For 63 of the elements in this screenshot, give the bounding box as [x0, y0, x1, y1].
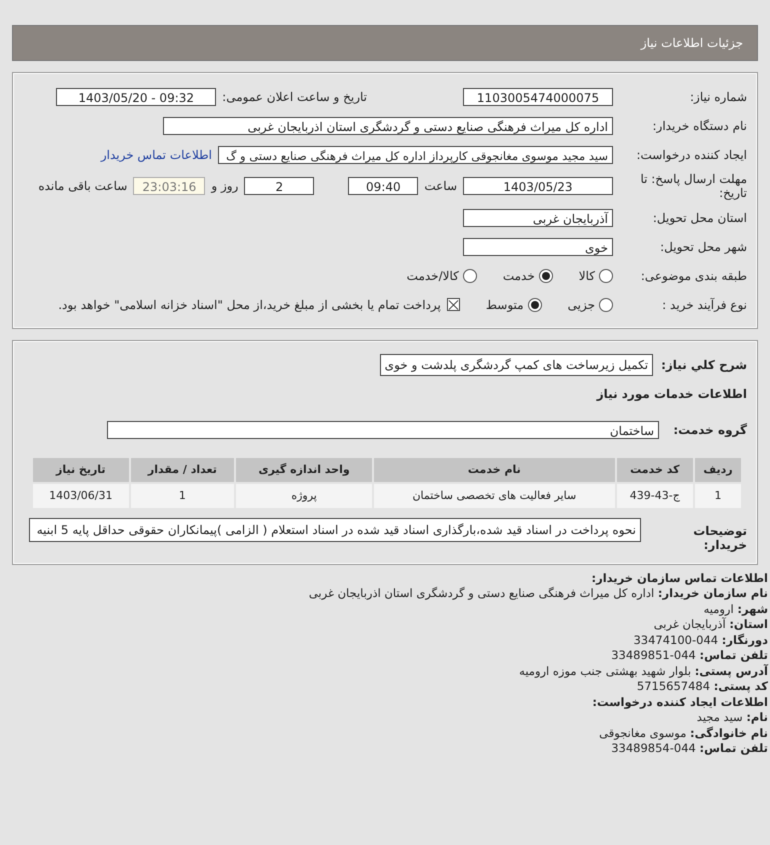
column-header: کد خدمت: [616, 456, 694, 483]
contact-line: نام خانوادگی: موسوی مغانجوقی: [598, 726, 768, 742]
field-label: مهلت ارسال پاسخ: تا تاریخ:: [639, 172, 747, 201]
deadline-date-field: 1403/05/23: [463, 177, 613, 196]
radio-button[interactable]: [462, 268, 477, 283]
field-label: توضیحات خریدار:: [692, 522, 747, 553]
page-title: جزئیات اطلاعات نیاز: [640, 36, 743, 50]
table-cell: پروژه: [235, 482, 373, 509]
column-header: تاریخ نیاز: [32, 456, 130, 483]
column-header: نام خدمت: [372, 456, 616, 483]
countdown-field: 23:03:16: [133, 177, 206, 196]
field-label: تاریخ و ساعت اعلان عمومی:: [222, 90, 367, 104]
field-label: نام دستگاه خریدار:: [652, 119, 747, 133]
radio-option[interactable]: خدمت: [502, 268, 553, 283]
contact-line: نام سازمان خریدار: اداره کل میراث فرهنگی صنایع دستی و گردشگری استان اذربایجان غربی: [308, 586, 768, 602]
checkbox-label: پرداخت تمام یا بخشی از مبلغ خرید،از محل "اسناد خزانه اسلامی" خواهد بود.: [58, 298, 441, 312]
checkbox[interactable]: [446, 298, 460, 312]
radio-option[interactable]: کالا/خدمت: [406, 268, 477, 283]
field-label: ساعت: [424, 179, 457, 194]
radio-option[interactable]: جزیی: [568, 298, 613, 312]
radio-option[interactable]: متوسط: [486, 298, 542, 312]
column-header: تعداد / مقدار: [130, 456, 236, 483]
column-header: واحد اندازه گیری: [235, 456, 373, 483]
table-cell: 1403/06/31: [32, 482, 130, 509]
notes-field: نحوه پرداخت در اسناد قید شده،بارگذاری اسناد قید شده در اسناد استعلام ( الزامی )پیمانکاران حقوقی حداقل پایه 5 ابنیه: [29, 518, 641, 542]
contact-line: استان: آذربایجان غربی: [652, 617, 768, 633]
column-header: ردیف: [694, 456, 742, 483]
need-number-field: 1103005474000075: [463, 88, 613, 106]
announce-date-field: 1403/05/20 - 09:32: [56, 88, 216, 106]
contact-link[interactable]: اطلاعات تماس خریدار: [100, 148, 212, 162]
field-label: شرح کلي نياز:: [661, 358, 747, 372]
radio-button[interactable]: [599, 298, 613, 312]
city-field: خوی: [463, 238, 613, 256]
contact-line: شهر: ارومیه: [702, 602, 768, 617]
province-field: آذربایجان غربی: [463, 208, 613, 227]
table-cell: 1: [130, 482, 236, 509]
radio-button[interactable]: [599, 268, 613, 283]
field-label: روز و: [211, 179, 238, 194]
contact-line: آدرس پستی: بلوار شهید بهشتی جنب موزه ارومیه: [518, 664, 768, 680]
contact-line: نام: سید مجید: [696, 710, 768, 726]
summary-field: تکمیل زیرساخت های کمپ گردشگری پلدشت و خوی: [380, 354, 654, 376]
requester-field: سید مجید موسوی مغانجوقی کارپرداز اداره کل میراث فرهنگی صنایع دستی و گ: [218, 146, 613, 164]
deadline-time-field: 09:40: [348, 177, 418, 196]
field-label: گروه خدمت:: [672, 422, 747, 437]
section-title: اطلاعات تماس سازمان خریدار:: [590, 570, 768, 586]
field-label: طبقه بندی موضوعی:: [640, 268, 747, 283]
table-cell: ج-43-439: [616, 482, 694, 509]
radio-button[interactable]: [538, 268, 553, 283]
radio-option[interactable]: کالا: [578, 268, 613, 283]
field-label: شهر محل تحویل:: [659, 240, 747, 254]
field-label: نوع فرآیند خرید :: [661, 298, 747, 312]
service-group-field: ساختمان: [107, 420, 659, 439]
days-field: 2: [244, 177, 314, 196]
buyer-field: اداره کل میراث فرهنگی صنایع دستی و گردشگری استان اذربایجان غربی: [163, 117, 613, 135]
field-label: شماره نیاز:: [689, 90, 747, 104]
field-label: ایجاد کننده درخواست:: [635, 148, 747, 162]
table-cell: 1: [694, 482, 742, 509]
radio-button[interactable]: [528, 298, 542, 312]
field-label: ساعت باقی مانده: [38, 179, 128, 194]
section-title: اطلاعات ایجاد کننده درخواست:: [591, 694, 768, 710]
section-title: اطلاعات خدمات مورد نیاز: [596, 386, 747, 401]
table-cell: سایر فعالیت های تخصصی ساختمان: [372, 482, 616, 509]
field-label: استان محل تحویل:: [652, 210, 747, 225]
